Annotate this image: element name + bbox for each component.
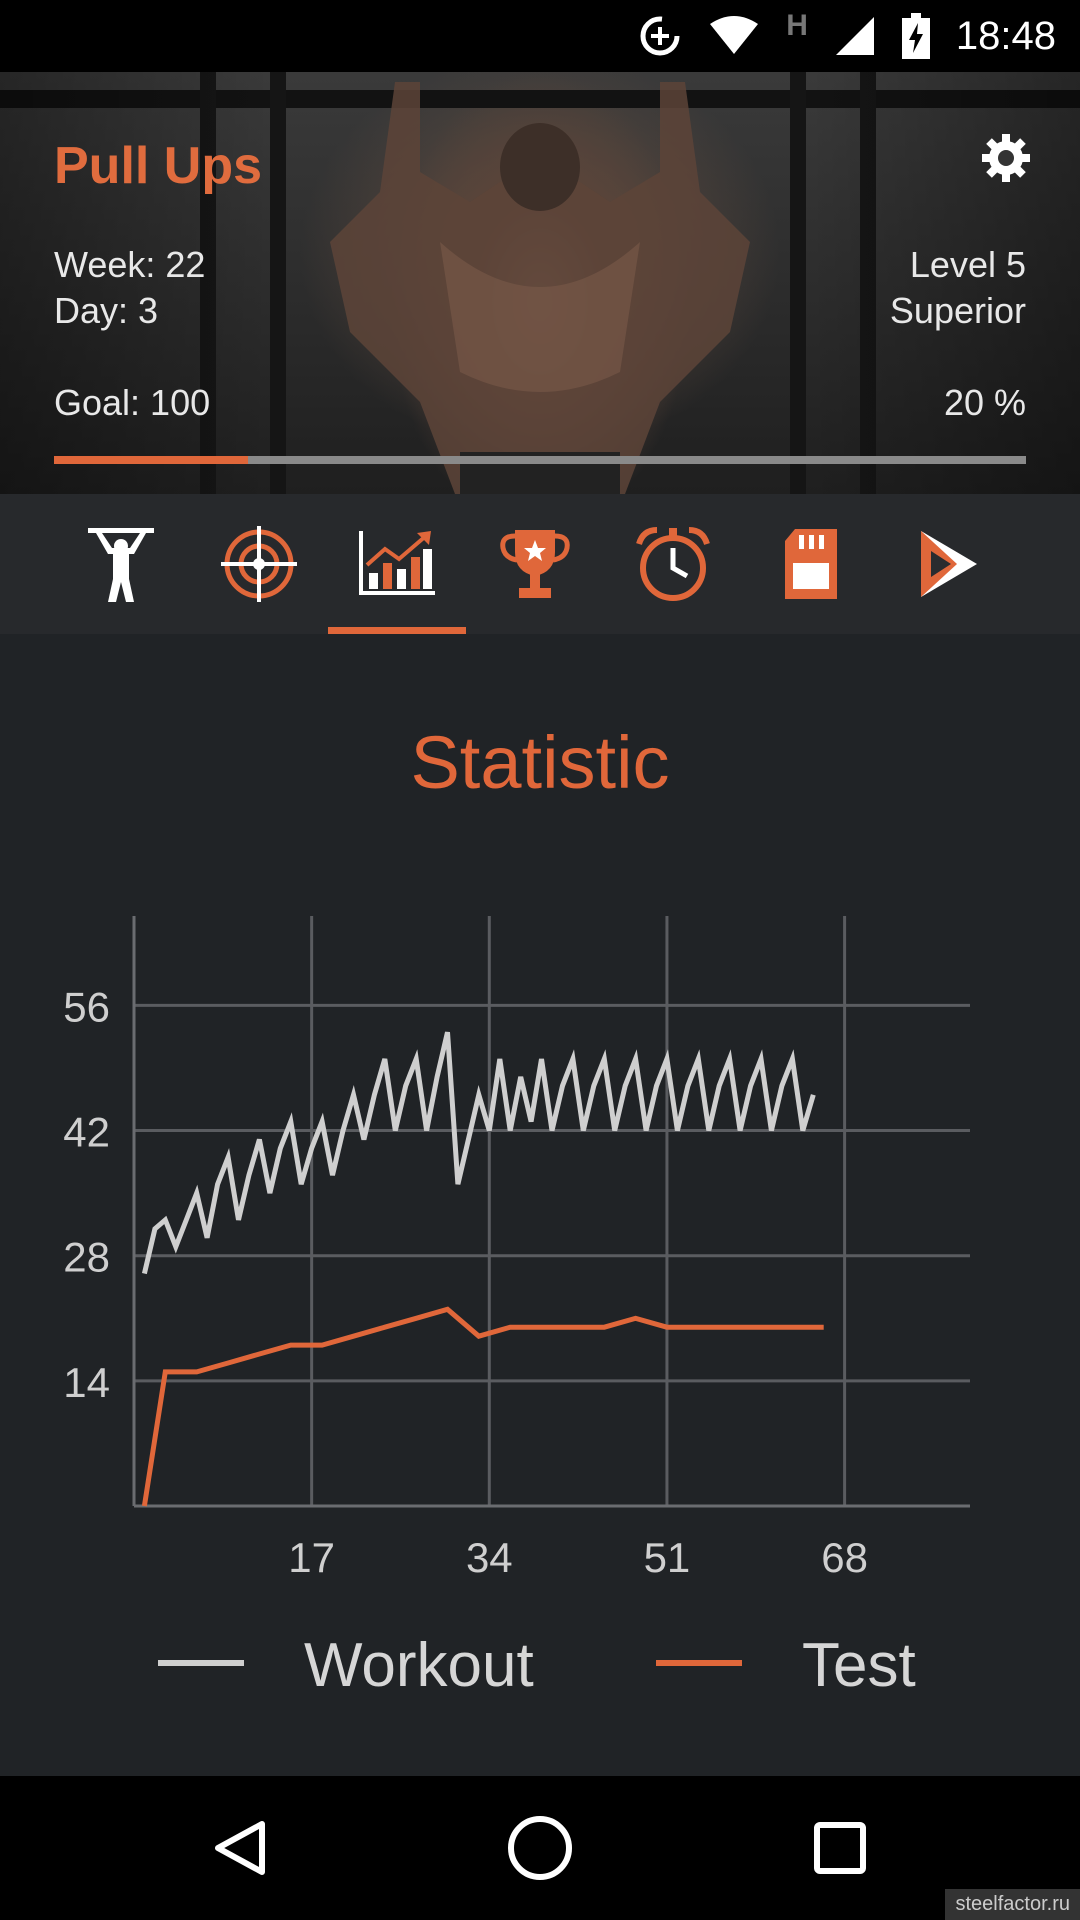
clock: 18:48 [955,13,1056,58]
goal-label: Goal: 100 [54,382,211,423]
play-store-icon [921,531,977,597]
section-title: Statistic [410,721,670,804]
alarm-clock-icon [636,527,710,601]
tab-goals[interactable] [190,494,328,634]
page-title: Pull Ups [54,137,263,195]
sd-card-icon [785,529,837,599]
network-type-label: H [786,9,808,42]
status-bar: H 18:48 [0,0,1080,72]
legend-workout-label: Workout [304,1631,534,1700]
tab-achievements[interactable] [466,494,604,634]
x-tick-label: 51 [644,1534,691,1580]
battery-charging-icon [901,13,930,59]
y-tick-label: 42 [63,1109,110,1156]
x-tick-label: 34 [466,1534,513,1580]
legend-workout-swatch [158,1660,244,1666]
y-tick-label: 14 [63,1359,110,1406]
trophy-icon [500,530,570,598]
statistics-line-chart: 14 28 42 56 17 34 51 68 [63,916,970,1580]
tab-statistics[interactable] [328,494,466,634]
system-navigation-bar [0,1776,1080,1920]
home-button[interactable] [470,1776,610,1920]
statistics-chart-icon [359,531,435,595]
cell-signal-icon [834,15,876,57]
goal-progress-bar [54,456,1026,464]
series-line-test [141,1306,824,1507]
tab-more-apps[interactable] [880,494,1018,634]
back-button[interactable] [170,1776,310,1920]
level-label: Level 5 [909,244,1026,285]
tab-backup[interactable] [742,494,880,634]
y-tick-label: 28 [63,1234,110,1281]
progress-percent-label: 20 % [943,382,1026,423]
athlete-icon [88,528,154,602]
week-label: Week: 22 [54,244,206,285]
feature-tab-bar [0,494,1080,634]
back-triangle-icon [215,1821,265,1875]
tab-workout[interactable] [52,494,190,634]
legend-test-swatch [656,1660,742,1666]
recents-button[interactable] [770,1776,910,1920]
day-label: Day: 3 [54,290,159,331]
gear-icon[interactable] [980,132,1032,184]
recents-square-icon [814,1822,866,1874]
tab-timer[interactable] [604,494,742,634]
x-tick-label: 68 [821,1534,868,1580]
goal-progress-fill [54,456,249,464]
data-saver-icon [638,14,682,58]
home-circle-icon [508,1816,572,1880]
legend-test-label: Test [802,1631,916,1700]
wifi-icon [708,16,760,56]
target-icon [221,526,297,602]
watermark: steelfactor.ru [945,1889,1080,1920]
series-line-workout [141,1031,816,1275]
y-tick-label: 56 [63,983,110,1030]
rank-label: Superior [889,290,1026,331]
x-tick-label: 17 [288,1534,335,1580]
